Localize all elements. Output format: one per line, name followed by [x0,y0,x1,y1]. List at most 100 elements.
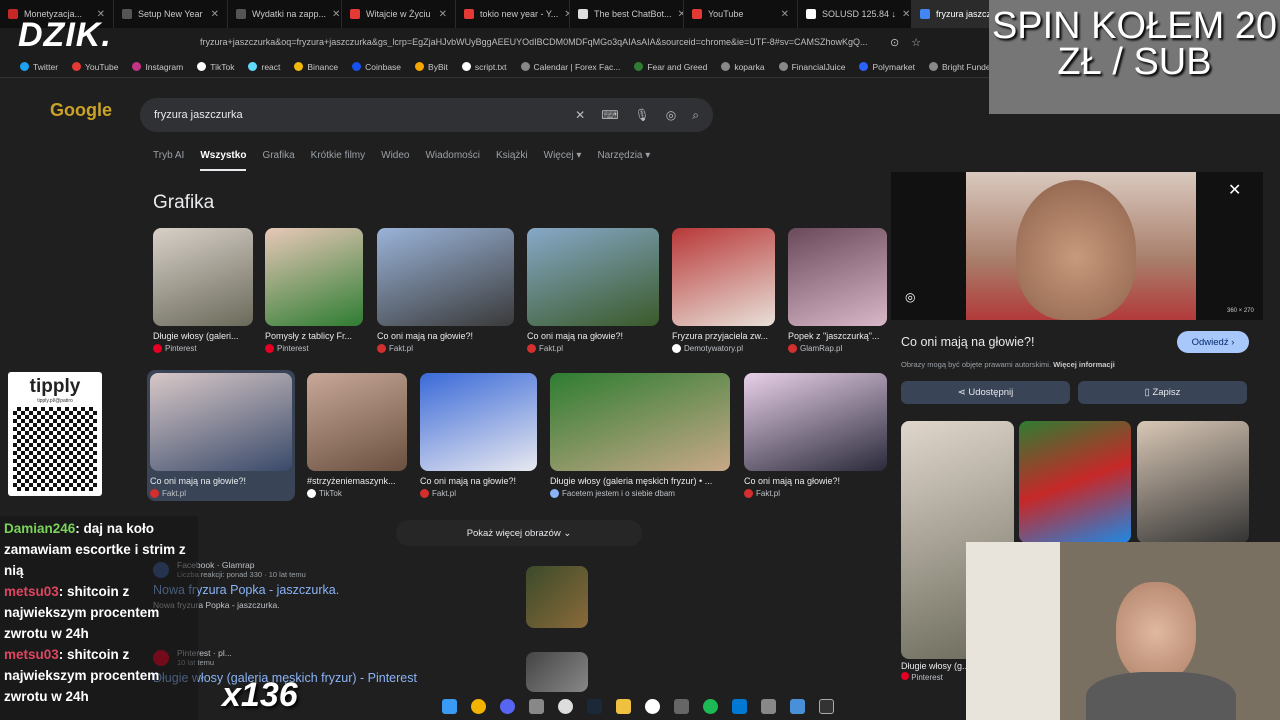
chrome-icon[interactable] [471,698,486,714]
image-result[interactable]: Popek z "jaszczurką"... GlamRap.pl [788,228,887,353]
lens-icon[interactable]: ◎ [666,108,676,123]
discord-icon[interactable] [500,698,515,714]
close-tab-icon[interactable]: ✕ [902,9,910,20]
result-link[interactable]: Nowa fryzura Popka - jaszczurka. [153,583,483,597]
bookmark-item[interactable]: Instagram [132,62,183,72]
result-item[interactable]: Facebook · Glamrap Liczba reakcji: ponad … [153,560,483,610]
result-image[interactable] [672,228,775,326]
image-result[interactable]: Długie włosy (galeri... Pinterest [153,228,253,353]
lens-icon[interactable]: ◎ [905,290,915,304]
save-button[interactable]: ▯ Zapisz [1078,381,1247,404]
close-tab-icon[interactable]: ✕ [439,9,447,20]
more-info-link[interactable]: Więcej informacji [1053,360,1115,369]
search-tab[interactable]: Tryb AI [153,150,184,171]
result-image[interactable] [265,228,363,326]
browser-tab[interactable]: YouTube ✕ [684,0,798,28]
app-icon[interactable] [645,698,660,714]
mic-icon[interactable]: 🎙 [635,108,650,123]
start-icon[interactable] [442,698,457,714]
result-image[interactable] [788,228,887,326]
bookmark-item[interactable]: react [248,62,280,72]
bookmark-item[interactable]: ByBit [415,62,448,72]
search-tab[interactable]: Grafika [262,150,294,171]
bookmark-item[interactable]: FinancialJuice [778,62,845,72]
image-result[interactable]: Co oni mają na głowie?! Fakt.pl [147,370,295,501]
image-result[interactable]: Co oni mają na głowie?! Fakt.pl [377,228,514,353]
more-images-button[interactable]: Pokaż więcej obrazów ⌄ [396,520,642,546]
steam-icon[interactable] [587,698,602,714]
search-tab[interactable]: Wiadomości [425,150,479,171]
search-input[interactable]: fryzura jaszczurka [154,109,243,121]
search-tab[interactable]: Książki [496,150,528,171]
browser-tab[interactable]: Setup New Year ✕ [114,0,228,28]
app-icon[interactable] [558,698,573,714]
image-result[interactable]: Fryzura przyjaciela zw... Demotywatory.p… [672,228,775,353]
related-title[interactable]: Długie włosy (g... [901,661,970,671]
preview-title[interactable]: Co oni mają na głowie?! [901,335,1034,349]
search-icon[interactable]: ⌕ [692,108,699,123]
app-icon[interactable] [529,698,544,714]
result-image[interactable] [550,373,730,471]
bookmark-item[interactable]: YouTube [72,62,118,72]
app-icon[interactable] [790,698,805,714]
bookmark-item[interactable]: Calendar | Forex Fac... [520,62,620,72]
result-image[interactable] [153,228,253,326]
bookmark-item[interactable]: Twitter [20,62,58,72]
result-image[interactable] [150,373,292,471]
result-image[interactable] [744,373,887,471]
google-logo[interactable]: Google [50,100,112,121]
close-tab-icon[interactable]: ✕ [332,9,340,20]
result-image[interactable] [307,373,407,471]
image-result[interactable]: #strzyżeniemaszynk... TikTok [307,373,407,498]
related-image[interactable] [1019,421,1131,543]
browser-tab[interactable]: Wydatki na zapp... ✕ [228,0,342,28]
result-image[interactable] [420,373,537,471]
bookmark-item[interactable]: script.txt [461,62,507,72]
result-item[interactable]: Pinterest · pl...10 lat temu Długie włos… [153,648,483,685]
app-icon[interactable] [674,698,689,714]
search-tab[interactable]: Wszystko [200,150,247,171]
spotify-icon[interactable] [703,698,718,714]
browser-tab[interactable]: SOLUSD 125.84 ↓ ✕ [798,0,912,28]
image-result[interactable]: Co oni mają na głowie?! Fakt.pl [420,373,537,498]
folder-icon[interactable] [616,698,631,714]
clear-icon[interactable]: ✕ [575,108,585,123]
keyboard-icon[interactable]: ⌨ [601,108,618,123]
browser-tab[interactable]: Witajcie w Życiu ✕ [342,0,456,28]
result-thumbnail[interactable] [526,652,588,692]
search-tab[interactable]: Wideo [381,150,409,171]
browser-tab[interactable]: The best ChatBot...✕ [570,0,684,28]
search-tab[interactable]: Krótkie filmy [311,150,365,171]
star-icon[interactable]: ☆ [911,36,921,49]
search-tab[interactable]: Więcej ▾ [544,150,582,171]
url-text[interactable]: fryzura+jaszczurka&oq=fryzura+jaszczurka… [200,37,880,47]
bookmark-item[interactable]: TikTok [197,62,234,72]
image-result[interactable]: Długie włosy (galeria męskich fryzur) • … [550,373,730,498]
close-tab-icon[interactable]: ✕ [211,9,219,20]
image-result[interactable]: Co oni mają na głowie?! Fakt.pl [744,373,887,498]
bookmark-item[interactable]: Polymarket [859,62,915,72]
location-icon[interactable]: ⊙ [890,36,899,49]
app-icon[interactable] [761,698,776,714]
bookmark-item[interactable]: Binance [294,62,338,72]
image-result[interactable]: Co oni mają na głowie?! Fakt.pl [527,228,659,353]
search-tab[interactable]: Narzędzia ▾ [597,150,650,171]
store-icon[interactable] [732,698,747,714]
related-image[interactable] [1137,421,1249,543]
preview-image[interactable]: ◎ 360 × 270 [891,172,1263,320]
browser-tab[interactable]: tokio new year - Y...✕ [456,0,570,28]
result-image[interactable] [377,228,514,326]
bookmark-item[interactable]: Coinbase [352,62,401,72]
terminal-icon[interactable] [819,698,834,714]
image-result[interactable]: Pomysły z tablicy Fr... Pinterest [265,228,363,353]
bookmark-item[interactable]: Fear and Greed [634,62,707,72]
share-button[interactable]: ⋖ Udostępnij [901,381,1070,404]
visit-button[interactable]: Odwiedź › [1177,331,1249,353]
result-link[interactable]: Długie włosy (galeria męskich fryzur) - … [153,671,483,685]
result-image[interactable] [527,228,659,326]
close-icon[interactable]: ✕ [1228,180,1241,200]
close-tab-icon[interactable]: ✕ [781,9,789,20]
bookmark-item[interactable]: koparka [721,62,765,72]
search-box[interactable]: fryzura jaszczurka ✕ ⌨ 🎙 ◎ ⌕ [140,98,713,132]
bookmark-item[interactable]: Bright Funded [928,62,995,72]
